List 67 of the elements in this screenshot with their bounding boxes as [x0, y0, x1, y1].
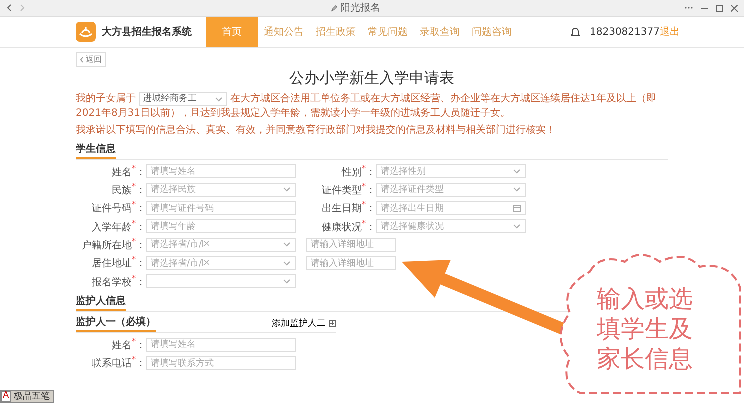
logout-link[interactable]: 退出 [660, 27, 680, 38]
plus-box-icon [329, 320, 336, 328]
annotation-text: 输入或选填学生及家长信息 [597, 284, 693, 374]
field-label: 入学年龄$^{*}$： [91, 218, 146, 234]
chevron-down-icon [215, 96, 224, 102]
field-label: 民族$^{*}$： [111, 182, 146, 198]
bell-icon[interactable] [571, 27, 580, 37]
select-field[interactable]: 请选择省/市/区 [146, 256, 296, 270]
select-field[interactable]: 请选择证件类型 [376, 182, 526, 197]
field-label: 户籍所在地$^{*}$： [81, 237, 146, 252]
field-label: 出生日期$^{*}$： [321, 200, 376, 216]
field-label: 证件号码$^{*}$： [91, 200, 146, 216]
address-field[interactable]: 请输入详细地址 [306, 238, 396, 252]
select-field[interactable]: 请选择民族 [146, 182, 296, 197]
select-field[interactable]: 请选择健康状况 [376, 219, 526, 234]
calendar-icon [513, 204, 521, 212]
address-field[interactable]: 请输入详细地址 [306, 256, 396, 270]
nav-tab[interactable]: 首页 [206, 17, 258, 47]
field-label: 联系电话$^{*}$： [91, 355, 146, 371]
pledge-text: 我承诺以下填写的信息合法、真实、有效，并同意教育行政部门对我提交的信息及材料与相关部门进行核实！ [76, 124, 557, 137]
chevron-down-icon [283, 242, 291, 248]
system-name: 大方县招生报名系统 [102, 25, 192, 39]
intro-text: 我的子女属于 进城经商务工 在大方城区合法用工单位务工或在大方城区经营、办企业等在大方城区连续居住达1年及以上（即2021年8月31日以前），且达到我县规定入学年龄，需就读小学一年级的进城务工人员随迁子女。 [76, 92, 658, 121]
select-field[interactable] [146, 274, 296, 288]
chevron-down-icon [283, 278, 291, 284]
text-field[interactable]: 请填写证件号码 [146, 201, 296, 216]
nav-tab[interactable]: 通知公告 [258, 17, 310, 47]
chevron-down-icon [513, 224, 521, 229]
chevron-down-icon [513, 187, 521, 192]
field-label: 报名学校$^{*}$： [91, 274, 146, 290]
back-button[interactable]: 返回 [76, 52, 106, 67]
text-field[interactable]: 请填写姓名 [146, 164, 296, 178]
field-label: 证件类型$^{*}$： [321, 182, 376, 198]
section-title: 学生信息 [76, 142, 116, 159]
field-label: 性别$^{*}$： [340, 164, 376, 180]
chevron-down-icon [513, 168, 521, 174]
logo-icon [76, 22, 96, 42]
nav-tab[interactable]: 问题咨询 [466, 17, 518, 47]
close-icon[interactable] [731, 4, 738, 12]
category-select[interactable]: 进城经商务工 [139, 92, 228, 106]
select-field[interactable]: 请选择省/市/区 [146, 238, 296, 252]
form-title: 公办小学新生入学申请表 [288, 69, 456, 88]
add-guardian-button[interactable]: 添加监护人二 [272, 317, 336, 332]
window-title: 阳光报名 [340, 2, 380, 15]
chevron-down-icon [283, 187, 291, 192]
pencil-icon [330, 4, 338, 12]
back-icon[interactable] [6, 4, 12, 12]
nav-tab[interactable]: 招生政策 [310, 17, 362, 47]
field-label: 健康状况$^{*}$： [321, 218, 376, 234]
chevron-left-icon [80, 56, 84, 62]
nav-tab[interactable]: 常见问题 [362, 17, 414, 47]
select-field[interactable]: 请选择性别 [376, 164, 526, 178]
text-field[interactable]: 请填写年龄 [146, 219, 296, 234]
ime-label: 极品五笔 [13, 392, 52, 402]
chevron-down-icon [283, 260, 291, 266]
maximize-icon[interactable] [716, 4, 723, 12]
date-field[interactable]: 请选择出生日期 [376, 201, 526, 216]
field-label: 姓名$^{*}$： [111, 164, 146, 180]
subsection-title: 监护人一（必填） [76, 315, 156, 332]
ime-indicator[interactable]: A [1, 391, 12, 402]
text-field[interactable]: 请填写联系方式 [146, 356, 296, 370]
field-label: 居住地址$^{*}$： [91, 255, 146, 271]
section-title: 监护人信息 [76, 294, 126, 312]
text-field[interactable]: 请填写姓名 [146, 338, 296, 352]
nav-tab[interactable]: 录取查询 [414, 17, 466, 47]
field-label: 姓名$^{*}$： [111, 337, 146, 352]
user-phone: 18230821377 [590, 27, 660, 38]
